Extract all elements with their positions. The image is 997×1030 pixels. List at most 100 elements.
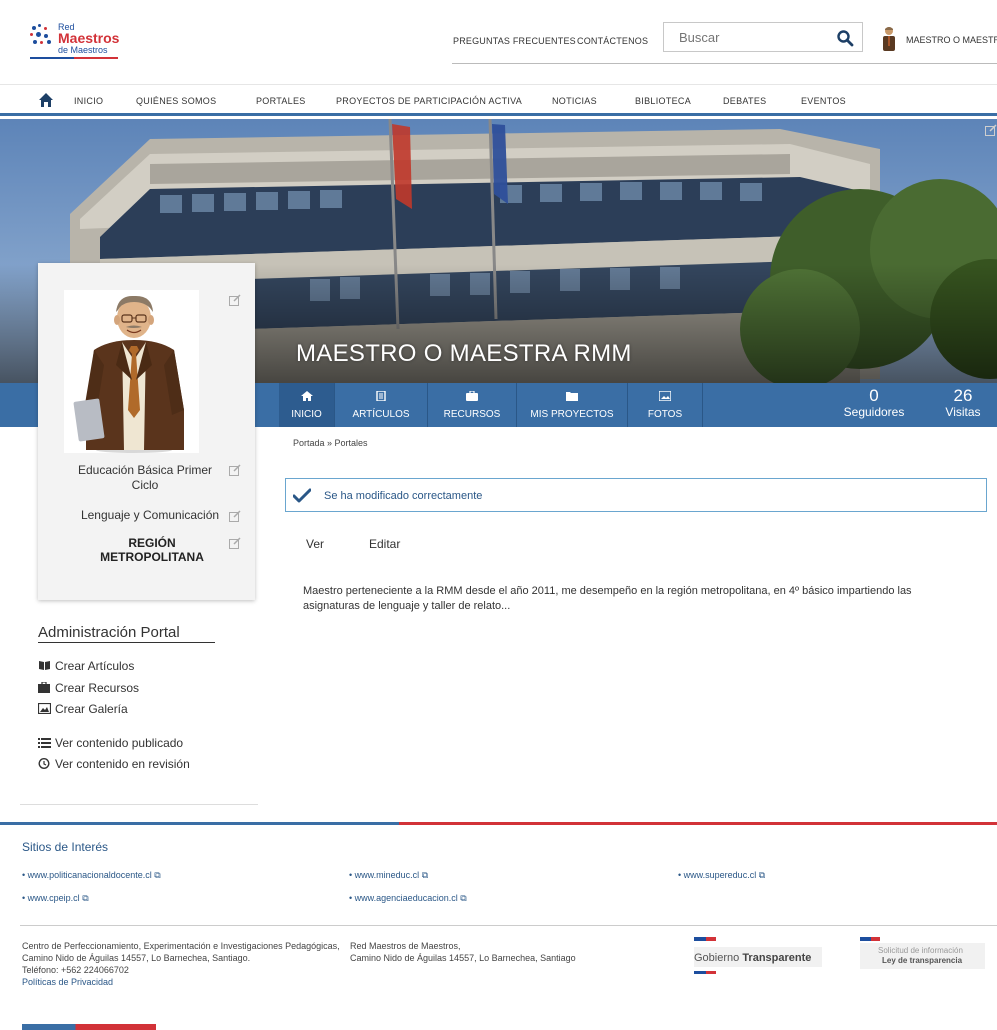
- tab-inicio-label: INICIO: [291, 409, 322, 420]
- nav-item-noticias[interactable]: NOTICIAS: [552, 96, 597, 106]
- admin-published-content[interactable]: Ver contenido publicado: [38, 736, 183, 750]
- profile-title: MAESTRO O MAESTRA RMM: [296, 340, 632, 367]
- book-icon: [39, 661, 50, 670]
- site-link-mineduc-label: www.mineduc.cl: [354, 870, 420, 880]
- rmm-name: Red Maestros de Maestros,: [350, 941, 461, 951]
- nav-item-eventos[interactable]: EVENTOS: [801, 96, 846, 106]
- cpeip-address: Camino Nido de Águilas 14557, Lo Barnech…: [22, 953, 251, 963]
- tab-fotos-label: FOTOS: [647, 409, 683, 420]
- followers-stat[interactable]: 0 Seguidores: [834, 387, 914, 420]
- admin-published-content-label: Ver contenido publicado: [55, 736, 184, 750]
- briefcase-icon: [466, 391, 478, 401]
- nav-item-debates[interactable]: DEBATES: [723, 96, 766, 106]
- admin-create-article-label: Crear Artículos: [55, 659, 135, 673]
- profile-subject: Lenguaje y Comunicación: [80, 508, 220, 522]
- rmm-address: Camino Nido de Águilas 14557, Lo Barnech…: [350, 953, 576, 963]
- home-icon: [300, 391, 313, 401]
- site-link-cpeip-label: www.cpeip.cl: [27, 893, 80, 903]
- privacy-link[interactable]: Políticas de Privacidad: [22, 976, 342, 988]
- edit-cover-icon[interactable]: [985, 124, 997, 136]
- site-link-agencia-label: www.agenciaeducacion.cl: [354, 893, 458, 903]
- logo-underline: [30, 57, 118, 59]
- followers-label: Seguidores: [843, 405, 905, 419]
- tab-mis-proyectos[interactable]: MIS PROYECTOS: [517, 383, 627, 427]
- briefcase-icon: [38, 682, 50, 693]
- nav-item-quienes-somos[interactable]: QUIÉNES SOMOS: [136, 96, 216, 106]
- visits-stat: 26 Visitas: [932, 386, 994, 420]
- user-name[interactable]: MAESTRO O MAESTRA: [906, 35, 997, 45]
- visits-count: 26: [953, 386, 973, 405]
- avatar: [64, 290, 199, 453]
- contact-link[interactable]: CONTÁCTENOS: [577, 36, 648, 46]
- list-icon: [38, 738, 51, 748]
- home-icon[interactable]: [38, 92, 54, 108]
- visits-label: Visitas: [945, 405, 981, 419]
- nav-item-portales[interactable]: PORTALES: [256, 96, 306, 106]
- gobierno-text: Gobierno: [694, 952, 743, 964]
- site-link-politica-label: www.politicanacionaldocente.cl: [27, 870, 152, 880]
- tab-recursos[interactable]: RECURSOS: [428, 383, 516, 427]
- alert-message: Se ha modificado correctamente: [324, 490, 483, 502]
- cpeip-name: Centro de Perfeccionamiento, Experimenta…: [22, 941, 340, 951]
- transparente-text: Transparente: [742, 952, 812, 964]
- cpeip-phone: Teléfono: +562 224066702: [22, 965, 129, 975]
- tab-ver[interactable]: Ver: [306, 537, 324, 551]
- folder-icon: [566, 392, 578, 401]
- cpeip-info: Centro de Perfeccionamiento, Experimenta…: [22, 940, 342, 988]
- site-header: Red Maestros de Maestros PREGUNTAS FRECU…: [0, 0, 997, 84]
- ley-text: Ley de transparencia: [882, 956, 963, 965]
- tab-mis-proyectos-label: MIS PROYECTOS: [530, 409, 614, 420]
- logo-text-maestros: Maestros: [58, 30, 120, 46]
- photo-icon: [659, 391, 671, 401]
- tab-fotos[interactable]: FOTOS: [628, 383, 702, 427]
- ley-transparencia-logo[interactable]: Solicitud de información Ley de transpar…: [860, 937, 985, 975]
- header-divider: [452, 63, 997, 64]
- user-avatar-icon[interactable]: [880, 25, 898, 53]
- breadcrumb[interactable]: Portada » Portales: [293, 438, 368, 448]
- edit-avatar-icon[interactable]: [229, 294, 241, 306]
- admin-create-gallery[interactable]: Crear Galería: [38, 702, 128, 716]
- site-link-mineduc[interactable]: • www.mineduc.cl ⧉: [349, 870, 428, 881]
- tab-articulos-label: ARTÍCULOS: [352, 409, 410, 420]
- site-link-politica[interactable]: • www.politicanacionaldocente.cl ⧉: [22, 870, 161, 881]
- footer-top-bar: [0, 822, 997, 825]
- admin-review-content[interactable]: Ver contenido en revisión: [38, 757, 190, 771]
- footer-divider: [20, 925, 997, 926]
- search-input[interactable]: [679, 28, 829, 46]
- profile-level: Educación Básica Primer Ciclo: [77, 463, 213, 492]
- tab-separator: [702, 383, 703, 427]
- clock-icon: [38, 758, 50, 769]
- tab-recursos-label: RECURSOS: [443, 409, 501, 420]
- logo-dots-icon: [30, 24, 54, 50]
- site-link-supereduc[interactable]: • www.supereduc.cl ⧉: [678, 870, 765, 881]
- tab-editar[interactable]: Editar: [369, 537, 400, 551]
- faq-link[interactable]: PREGUNTAS FRECUENTES: [453, 36, 576, 46]
- admin-underline: [38, 642, 215, 643]
- checkmark-icon: [293, 488, 311, 503]
- success-alert: Se ha modificado correctamente: [285, 478, 987, 512]
- edit-subject-icon[interactable]: [229, 510, 241, 522]
- edit-region-icon[interactable]: [229, 537, 241, 549]
- gobierno-transparente-logo[interactable]: Gobierno Transparente: [694, 937, 822, 975]
- admin-review-content-label: Ver contenido en revisión: [55, 757, 190, 771]
- tab-articulos[interactable]: ARTÍCULOS: [335, 383, 427, 427]
- tab-inicio[interactable]: INICIO: [279, 383, 334, 427]
- site-link-supereduc-label: www.supereduc.cl: [683, 870, 757, 880]
- article-icon: [376, 391, 386, 401]
- rmm-logo[interactable]: Red Maestros de Maestros: [30, 20, 120, 60]
- sites-title: Sitios de Interés: [22, 840, 109, 854]
- admin-create-resource[interactable]: Crear Recursos: [38, 681, 139, 695]
- admin-title: Administración Portal: [38, 624, 180, 641]
- site-link-cpeip[interactable]: • www.cpeip.cl ⧉: [22, 893, 89, 904]
- search-icon[interactable]: [836, 29, 854, 47]
- edit-level-icon[interactable]: [229, 464, 241, 476]
- nav-item-inicio[interactable]: INICIO: [74, 96, 103, 106]
- admin-divider: [20, 804, 258, 805]
- main-nav: INICIO QUIÉNES SOMOS PORTALES PROYECTOS …: [0, 84, 997, 116]
- site-link-agencia[interactable]: • www.agenciaeducacion.cl ⧉: [349, 893, 467, 904]
- nav-item-proyectos[interactable]: PROYECTOS DE PARTICIPACIÓN ACTIVA: [336, 96, 522, 106]
- admin-create-article[interactable]: Crear Artículos: [38, 659, 134, 673]
- image-icon: [38, 703, 51, 714]
- admin-create-gallery-label: Crear Galería: [55, 702, 128, 716]
- nav-item-biblioteca[interactable]: BIBLIOTECA: [635, 96, 691, 106]
